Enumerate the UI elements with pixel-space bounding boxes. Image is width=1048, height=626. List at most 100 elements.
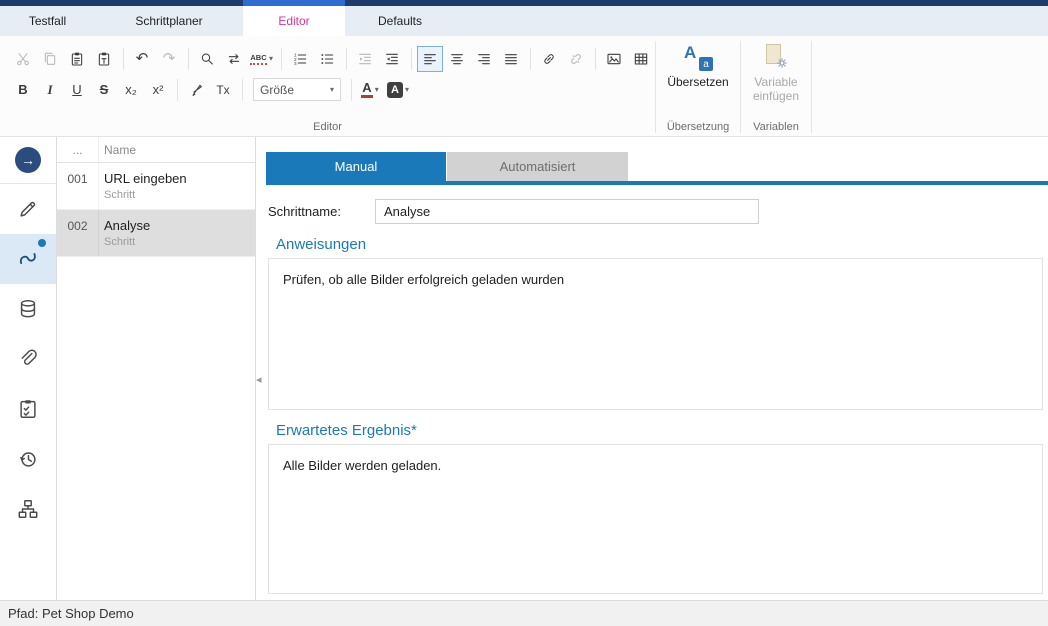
gear-icon bbox=[774, 55, 790, 71]
paste-text-button[interactable] bbox=[91, 46, 117, 72]
nav-item-steps[interactable] bbox=[0, 234, 56, 284]
chevron-down-icon: ▾ bbox=[405, 85, 409, 94]
align-justify-button[interactable] bbox=[498, 46, 524, 72]
notification-dot bbox=[38, 239, 46, 247]
step-name-row: Schrittname: bbox=[268, 199, 1048, 224]
uebersetzen-button[interactable]: A a Übersetzen bbox=[661, 42, 735, 116]
remove-link-button[interactable] bbox=[563, 46, 589, 72]
align-center-button[interactable] bbox=[444, 46, 470, 72]
titlebar bbox=[0, 0, 1048, 6]
toolbar-separator bbox=[346, 48, 347, 70]
paperclip-icon bbox=[17, 348, 39, 370]
replace-button[interactable] bbox=[221, 46, 247, 72]
nav-item-testdata[interactable] bbox=[0, 284, 56, 334]
panel-collapse-handle[interactable]: ◂ bbox=[256, 367, 266, 391]
chevron-down-icon: ▾ bbox=[375, 85, 379, 94]
bold-button[interactable]: B bbox=[10, 77, 36, 103]
step-type: Schritt bbox=[104, 189, 255, 201]
tab-defaults[interactable]: Defaults bbox=[345, 6, 455, 36]
ribbon: ↶ ↷ ABC ▾ bbox=[0, 36, 1048, 137]
numbered-list-icon bbox=[292, 51, 308, 67]
cut-button[interactable] bbox=[10, 46, 36, 72]
subscript-button[interactable]: x₂ bbox=[118, 77, 144, 103]
nav-item-history[interactable] bbox=[0, 434, 56, 484]
replace-icon bbox=[226, 51, 242, 67]
app-window: Testfall Schrittplaner Editor Defaults ↶… bbox=[0, 0, 1048, 626]
align-left-button[interactable] bbox=[417, 46, 443, 72]
search-button[interactable] bbox=[194, 46, 220, 72]
insert-variable-icon bbox=[762, 43, 790, 71]
nav-item-attachments[interactable] bbox=[0, 334, 56, 384]
unlink-icon bbox=[568, 51, 584, 67]
expected-result-editor[interactable]: Alle Bilder werden geladen. bbox=[268, 444, 1043, 594]
database-icon bbox=[17, 298, 39, 320]
font-size-dropdown[interactable]: Größe ▾ bbox=[253, 78, 341, 101]
step-editor-panel: ◂ Manual Automatisiert Schrittname: Anwe… bbox=[256, 137, 1048, 600]
step-row-002[interactable]: 002 Analyse Schritt bbox=[57, 210, 255, 257]
nav-item-edit[interactable] bbox=[0, 184, 56, 234]
underline-button[interactable]: U bbox=[64, 77, 90, 103]
flow-icon bbox=[17, 248, 39, 270]
ribbon-group-editor: ↶ ↷ ABC ▾ bbox=[0, 36, 655, 136]
format-painter-icon bbox=[188, 82, 204, 98]
decrease-indent-button[interactable] bbox=[352, 46, 378, 72]
insert-table-button[interactable] bbox=[628, 46, 654, 72]
superscript-button[interactable]: x² bbox=[145, 77, 171, 103]
main-tabbar: Testfall Schrittplaner Editor Defaults bbox=[0, 6, 1048, 36]
strikethrough-button[interactable]: S bbox=[91, 77, 117, 103]
align-left-icon bbox=[422, 51, 438, 67]
align-right-button[interactable] bbox=[471, 46, 497, 72]
insert-link-button[interactable] bbox=[536, 46, 562, 72]
step-row-001[interactable]: 001 URL eingeben Schritt bbox=[57, 163, 255, 210]
variable-einfuegen-button[interactable]: Variable einfügen bbox=[744, 42, 808, 116]
step-name-label: Schrittname: bbox=[268, 204, 375, 219]
ribbon-group-label-variablen: Variablen bbox=[741, 121, 811, 136]
translate-icon: A a bbox=[683, 43, 713, 71]
toolbar-separator bbox=[530, 48, 531, 70]
nav-item-goto[interactable]: → bbox=[0, 137, 56, 184]
clear-formatting-button[interactable]: Tx bbox=[210, 77, 236, 103]
paste-button[interactable] bbox=[64, 46, 90, 72]
numbered-list-button[interactable] bbox=[287, 46, 313, 72]
paste-text-icon bbox=[96, 51, 112, 67]
tab-schrittplaner[interactable]: Schrittplaner bbox=[95, 6, 243, 36]
italic-button[interactable]: I bbox=[37, 77, 63, 103]
ribbon-row-2: B I U S x₂ x² Tx Größe ▾ A ▾ bbox=[0, 74, 655, 105]
statusbar: Pfad: Pet Shop Demo bbox=[0, 600, 1048, 626]
format-painter-button[interactable] bbox=[183, 77, 209, 103]
column-header-dots[interactable]: ... bbox=[57, 137, 99, 162]
search-icon bbox=[199, 51, 215, 67]
bullet-list-icon bbox=[319, 51, 335, 67]
undo-icon: ↶ bbox=[136, 51, 149, 66]
chevron-down-icon: ▾ bbox=[269, 54, 273, 63]
align-justify-icon bbox=[503, 51, 519, 67]
tab-editor[interactable]: Editor bbox=[243, 6, 345, 36]
titlebar-accent bbox=[243, 0, 345, 6]
left-navigation-rail: → bbox=[0, 137, 57, 600]
instructions-heading: Anweisungen bbox=[276, 236, 1048, 253]
font-color-button[interactable]: A ▾ bbox=[357, 77, 383, 103]
instructions-editor[interactable]: Prüfen, ob alle Bilder erfolgreich gelad… bbox=[268, 258, 1043, 410]
tab-automatisiert[interactable]: Automatisiert bbox=[447, 152, 628, 181]
align-center-icon bbox=[449, 51, 465, 67]
tab-manual[interactable]: Manual bbox=[266, 152, 446, 181]
redo-button[interactable]: ↷ bbox=[156, 46, 182, 72]
column-header-name[interactable]: Name bbox=[99, 137, 255, 162]
insert-image-button[interactable] bbox=[601, 46, 627, 72]
tab-testfall[interactable]: Testfall bbox=[0, 6, 95, 36]
nav-item-tasks[interactable] bbox=[0, 384, 56, 434]
nav-item-hierarchy[interactable] bbox=[0, 484, 56, 534]
redo-icon: ↷ bbox=[163, 51, 176, 66]
expected-result-heading: Erwartetes Ergebnis* bbox=[276, 422, 1048, 439]
copy-button[interactable] bbox=[37, 46, 63, 72]
increase-indent-icon bbox=[384, 51, 400, 67]
step-name-input[interactable] bbox=[375, 199, 759, 224]
increase-indent-button[interactable] bbox=[379, 46, 405, 72]
undo-button[interactable]: ↶ bbox=[129, 46, 155, 72]
cut-icon bbox=[15, 51, 31, 67]
fill-color-icon: A bbox=[387, 82, 403, 98]
bullet-list-button[interactable] bbox=[314, 46, 340, 72]
spellcheck-button[interactable]: ABC ▾ bbox=[248, 46, 275, 72]
step-number: 002 bbox=[57, 210, 99, 256]
fill-color-button[interactable]: A ▾ bbox=[384, 77, 412, 103]
